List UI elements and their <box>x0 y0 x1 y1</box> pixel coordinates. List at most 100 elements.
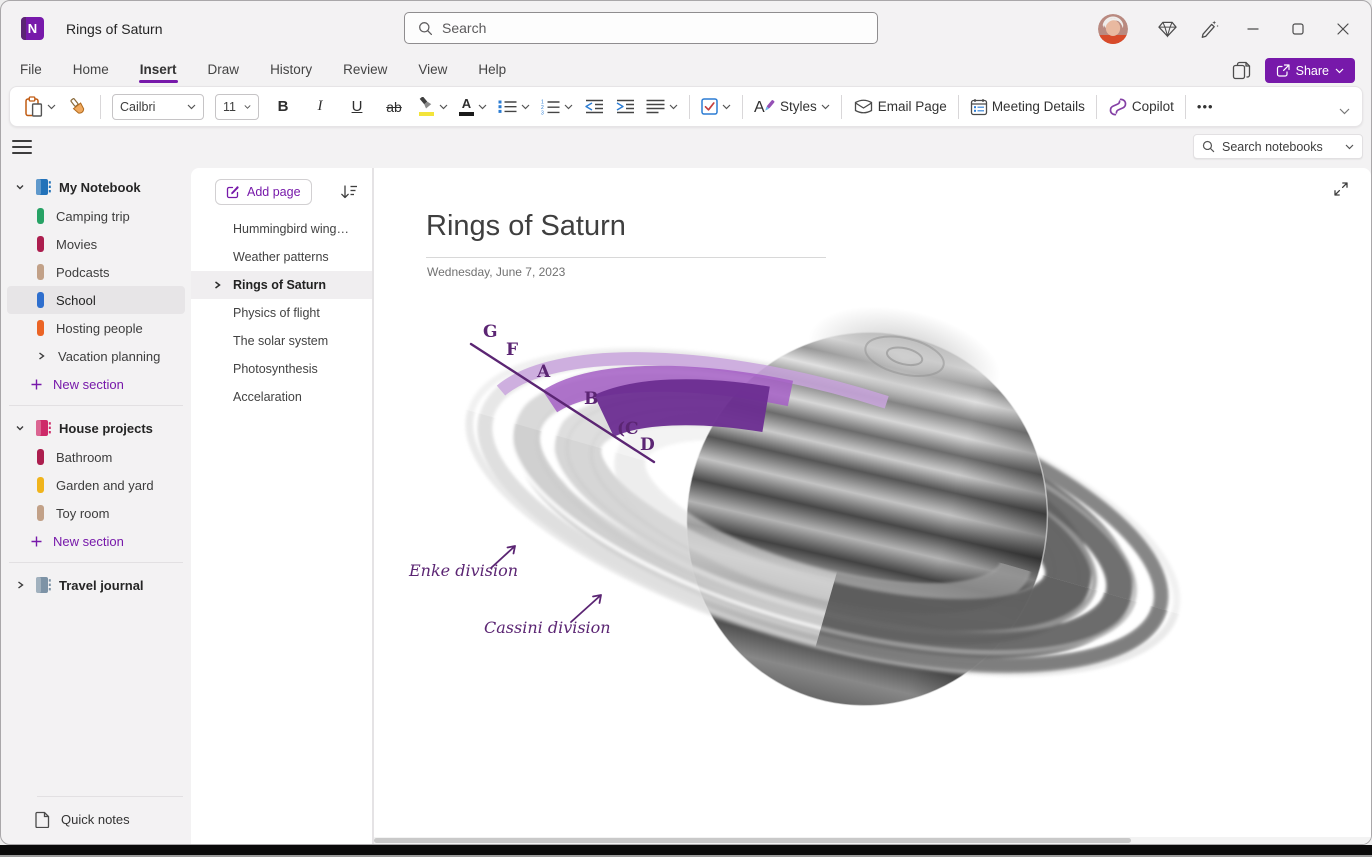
new-section-button[interactable]: New section <box>1 370 191 398</box>
sidebar-section-garden-and-yard[interactable]: Garden and yard <box>7 471 185 499</box>
maximize-button[interactable] <box>1275 9 1320 49</box>
todo-tag-button[interactable] <box>701 98 731 115</box>
avatar-image <box>1098 14 1128 44</box>
scrollbar-thumb[interactable] <box>374 838 1131 843</box>
styles-button[interactable]: A Styles <box>754 97 830 116</box>
search-icon <box>418 21 433 36</box>
sidebar-section-podcasts[interactable]: Podcasts <box>7 258 185 286</box>
chevron-right-icon <box>213 280 222 290</box>
chevron-right-icon <box>37 351 46 361</box>
tab-help[interactable]: Help <box>477 59 507 83</box>
sort-pages-icon[interactable] <box>340 184 358 200</box>
ribbon-overflow-button[interactable]: ••• <box>1197 99 1214 114</box>
paste-button[interactable] <box>24 96 56 117</box>
numbered-list-button[interactable]: 1 2 3 <box>541 99 573 115</box>
page-list-item[interactable]: Weather patterns <box>191 243 372 271</box>
minimize-button[interactable] <box>1230 9 1275 49</box>
new-section-button[interactable]: New section <box>1 527 191 555</box>
font-color-button[interactable]: A <box>459 97 487 116</box>
chevron-down-icon <box>439 104 448 110</box>
sidebar-section-school[interactable]: School <box>7 286 185 314</box>
expand-page-icon[interactable] <box>1333 181 1349 202</box>
page-list-item[interactable]: The solar system <box>191 327 372 355</box>
copilot-button[interactable]: Copilot <box>1108 97 1174 117</box>
svg-text:A: A <box>754 99 765 116</box>
add-page-button[interactable]: Add page <box>215 179 312 205</box>
ribbon-row: Cailbri 11 B I U ab <box>1 85 1371 131</box>
share-icon <box>1276 64 1290 77</box>
close-button[interactable] <box>1320 9 1365 49</box>
page-list-item[interactable]: Physics of flight <box>191 299 372 327</box>
whats-new-pen-icon[interactable] <box>1188 9 1230 49</box>
share-button[interactable]: Share <box>1265 58 1355 83</box>
bold-button[interactable]: B <box>270 98 296 115</box>
tab-draw[interactable]: Draw <box>207 59 241 83</box>
tab-insert[interactable]: Insert <box>139 59 178 83</box>
account-avatar[interactable] <box>1098 14 1128 44</box>
notebook-icon <box>34 178 52 196</box>
ribbon-separator <box>100 95 101 119</box>
horizontal-scrollbar[interactable] <box>374 837 1371 844</box>
premium-diamond-icon[interactable] <box>1146 9 1188 49</box>
email-page-button[interactable]: Email Page <box>853 99 947 114</box>
hamburger-menu-icon[interactable] <box>12 139 32 155</box>
section-color-tab <box>37 505 44 521</box>
sidebar-section-toy-room[interactable]: Toy room <box>7 499 185 527</box>
bullet-list-button[interactable] <box>498 99 530 114</box>
ribbon-separator <box>689 95 690 119</box>
chevron-down-icon <box>1345 144 1354 150</box>
decrease-indent-button[interactable] <box>584 99 604 114</box>
quick-notes-button[interactable]: Quick notes <box>1 804 191 834</box>
page-list-item[interactable]: Hummingbird wing… <box>191 215 372 243</box>
meeting-details-button[interactable]: Meeting Details <box>970 98 1085 116</box>
enke-division-label: Enke division <box>408 561 518 580</box>
highlighter-button[interactable] <box>418 97 448 116</box>
strikethrough-button[interactable]: ab <box>381 99 407 115</box>
sidebar-section-movies[interactable]: Movies <box>7 230 185 258</box>
new-window-icon[interactable] <box>1232 61 1251 80</box>
search-input[interactable]: Search <box>404 12 878 44</box>
search-notebooks-input[interactable]: Search notebooks <box>1193 134 1363 159</box>
page-list-item[interactable]: Photosynthesis <box>191 355 372 383</box>
sidebar-section-group-vacation-planning[interactable]: Vacation planning <box>7 342 185 370</box>
tab-home[interactable]: Home <box>72 59 110 83</box>
bullet-list-icon <box>498 99 517 114</box>
underline-button[interactable]: U <box>344 98 370 115</box>
copilot-icon <box>1108 97 1128 117</box>
notebook-icon <box>34 576 52 594</box>
chevron-down-icon <box>821 104 830 110</box>
tab-file[interactable]: File <box>19 59 43 83</box>
italic-button[interactable]: I <box>307 98 333 115</box>
ribbon-separator <box>1185 95 1186 119</box>
ribbon-collapse-button[interactable] <box>1339 102 1350 120</box>
ribbon-separator <box>1096 95 1097 119</box>
todo-checkbox-icon <box>701 98 718 115</box>
increase-indent-button[interactable] <box>615 99 635 114</box>
saturn-figure[interactable]: G F A B (C D Enke division Cassini divis… <box>401 292 1201 742</box>
notebook-travel-journal[interactable]: Travel journal <box>1 570 191 600</box>
tab-review[interactable]: Review <box>342 59 388 83</box>
title-underline <box>426 257 826 258</box>
format-painter-icon <box>67 97 89 117</box>
plus-icon <box>31 536 42 547</box>
page-canvas[interactable]: Rings of Saturn Wednesday, June 7, 2023 <box>374 168 1371 844</box>
decrease-indent-icon <box>584 99 604 114</box>
tab-history[interactable]: History <box>269 59 313 83</box>
tab-view[interactable]: View <box>417 59 448 83</box>
font-size-select[interactable]: 11 <box>215 94 259 120</box>
sidebar-section-hosting-people[interactable]: Hosting people <box>7 314 185 342</box>
page-date[interactable]: Wednesday, June 7, 2023 <box>427 265 565 279</box>
page-title[interactable]: Rings of Saturn <box>426 210 626 243</box>
sidebar-section-camping-trip[interactable]: Camping trip <box>7 202 185 230</box>
page-list-item[interactable]: Accelaration <box>191 383 372 411</box>
sidebar-section-bathroom[interactable]: Bathroom <box>7 443 185 471</box>
page-list-item-selected[interactable]: Rings of Saturn <box>191 271 372 299</box>
notebook-my-notebook[interactable]: My Notebook <box>1 172 191 202</box>
format-painter-button[interactable] <box>67 97 89 117</box>
font-name-select[interactable]: Cailbri <box>112 94 204 120</box>
ring-label-g: G <box>483 322 498 342</box>
alignment-button[interactable] <box>646 99 678 114</box>
section-color-tab <box>37 449 44 465</box>
chevron-down-icon <box>15 423 25 433</box>
notebook-house-projects[interactable]: House projects <box>1 413 191 443</box>
